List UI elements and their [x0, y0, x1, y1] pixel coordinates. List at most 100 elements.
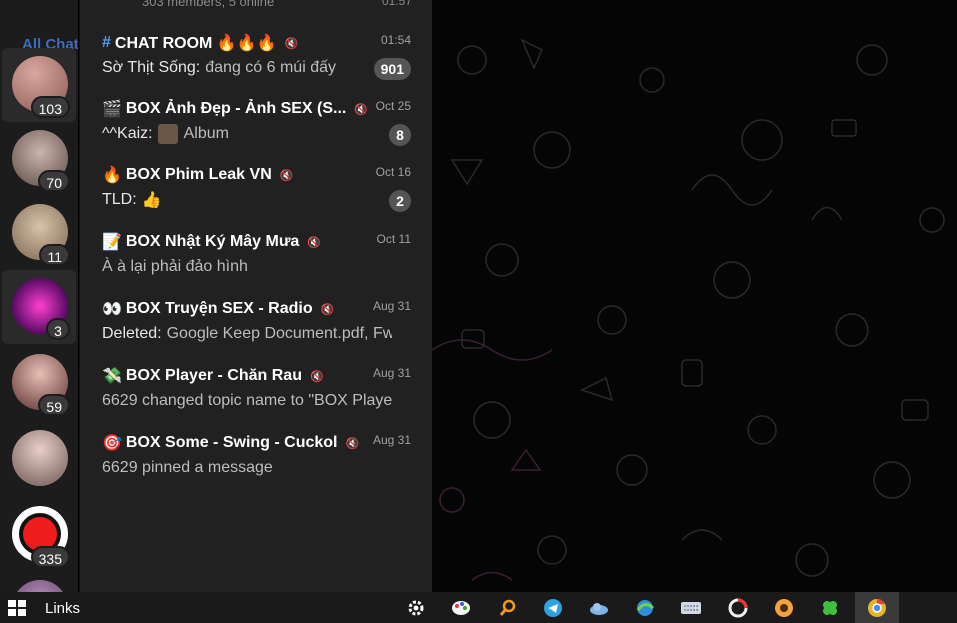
muted-icon: 🔇 — [309, 370, 324, 383]
eye-icon[interactable] — [772, 596, 796, 620]
chat-time: 01:54 — [380, 33, 411, 47]
preview-text: Google Keep Document.pdf, Fw... — [166, 325, 392, 342]
gear-icon[interactable] — [404, 596, 428, 620]
chat-row[interactable]: 🔥 BOX Phim Leak VN 🔇 Oct 16 TLD: 👍 2 — [80, 156, 432, 222]
avatar — [12, 430, 68, 486]
muted-icon: 🔇 — [307, 236, 322, 249]
links-toolbar[interactable]: Links — [45, 600, 80, 617]
chat-row[interactable]: # CHAT ROOM 🔥🔥🔥 🔇 01:54 Sờ Thịt Sống: đa… — [80, 24, 432, 90]
chat-avatar-7[interactable]: 335 — [2, 498, 76, 572]
preview-text: 6629 changed topic name to "BOX Playe... — [102, 392, 392, 409]
chat-title-text: BOX Nhật Ký Mây Mưa — [125, 233, 300, 250]
unread-badge: 3 — [46, 318, 70, 340]
unread-badge: 2 — [389, 190, 411, 212]
unread-badge: 59 — [38, 394, 70, 416]
preview-text: 👍 — [141, 192, 162, 209]
header-time: 01:57 — [381, 0, 412, 8]
chat-title: 📝 BOX Nhật Ký Mây Mưa 🔇 — [102, 231, 372, 253]
taskbar: Links — [0, 592, 957, 623]
eyes-icon: 👀 — [102, 301, 122, 318]
members-status: 303 members, 5 online — [142, 0, 275, 9]
cloud-icon[interactable] — [587, 596, 611, 620]
chat-avatar-8[interactable] — [2, 572, 76, 592]
chat-avatar-5[interactable]: 59 — [2, 346, 76, 420]
fire-icon: 🔥 — [102, 167, 122, 184]
clapper-icon: 🎬 — [102, 101, 122, 118]
chat-list: 303 members, 5 online 01:57 # CHAT ROOM … — [79, 0, 432, 592]
preview-sender: Sờ Thịt Sống: — [102, 59, 201, 76]
chat-preview: ^^Kaiz: Album — [102, 123, 392, 145]
chat-row[interactable]: 🎬 BOX Ảnh Đẹp - Ảnh SEX (S... 🔇 Oct 25 ^… — [80, 90, 432, 156]
chat-row[interactable]: 🎯 BOX Some - Swing - Cuckol 🔇 Aug 31 662… — [80, 424, 432, 490]
chat-time: Oct 11 — [376, 232, 411, 246]
chat-title-text: BOX Ảnh Đẹp - Ảnh SEX (S... — [125, 100, 347, 117]
hash-icon: # — [102, 34, 111, 51]
unread-badge: 11 — [39, 244, 70, 266]
search-app-icon[interactable] — [496, 596, 520, 620]
chat-row[interactable]: 💸 BOX Player - Chăn Rau 🔇 Aug 31 6629 ch… — [80, 357, 432, 423]
chat-preview: TLD: 👍 — [102, 189, 392, 211]
chat-title: 🎬 BOX Ảnh Đẹp - Ảnh SEX (S... 🔇 — [102, 98, 372, 120]
unread-badge: 901 — [373, 58, 411, 80]
chat-avatar-4[interactable]: 3 — [2, 270, 76, 344]
chat-avatar-6[interactable] — [2, 422, 76, 496]
chat-wallpaper — [432, 0, 957, 592]
muted-icon: 🔇 — [320, 303, 335, 316]
chat-title: 💸 BOX Player - Chăn Rau 🔇 — [102, 365, 372, 387]
avatar — [12, 580, 68, 592]
preview-sender: ^^Kaiz: — [102, 125, 153, 142]
chat-title-text: BOX Some - Swing - Cuckol — [125, 434, 338, 451]
chat-avatar-2[interactable]: 70 — [2, 122, 76, 196]
chat-row[interactable]: 📝 BOX Nhật Ký Mây Mưa 🔇 Oct 11 À à lại p… — [80, 223, 432, 289]
windows-start-icon[interactable] — [8, 600, 26, 616]
unread-badge: 8 — [389, 124, 411, 146]
chat-avatar-3[interactable]: 11 — [2, 196, 76, 270]
chat-time: Aug 31 — [372, 299, 411, 313]
paint-icon[interactable] — [449, 596, 473, 620]
chat-time: Oct 25 — [375, 99, 411, 113]
chat-time: Aug 31 — [372, 366, 411, 380]
browser-icon[interactable] — [633, 596, 657, 620]
unread-badge: 103 — [30, 96, 70, 118]
unread-badge: 335 — [30, 546, 70, 568]
chat-title-text: CHAT ROOM 🔥🔥🔥 — [114, 35, 277, 52]
chat-preview: Sờ Thịt Sống: đang có 6 múi đấy — [102, 57, 392, 79]
chat-title: 👀 BOX Truyện SEX - Radio 🔇 — [102, 298, 372, 320]
chat-avatar-1[interactable]: 103 — [2, 48, 76, 122]
preview-sender: TLD: — [102, 191, 137, 208]
clover-icon[interactable] — [818, 596, 842, 620]
telegram-icon[interactable] — [541, 596, 565, 620]
muted-icon: 🔇 — [345, 437, 360, 450]
muted-icon: 🔇 — [279, 169, 294, 182]
preview-text: 6629 pinned a message — [102, 459, 273, 476]
album-thumbnail — [157, 124, 178, 144]
unread-badge: 70 — [38, 170, 70, 192]
chat-row[interactable]: 👀 BOX Truyện SEX - Radio 🔇 Aug 31 Delete… — [80, 290, 432, 356]
doodle-pattern — [432, 38, 945, 581]
chat-title: 🔥 BOX Phim Leak VN 🔇 — [102, 164, 372, 186]
chat-title: 🎯 BOX Some - Swing - Cuckol 🔇 — [102, 432, 372, 454]
folder-sidebar: All Chats 103 70 11 3 59 335 — [0, 0, 78, 592]
preview-text: À à lại phải đảo hình — [102, 258, 248, 275]
chat-preview: 6629 changed topic name to "BOX Playe... — [102, 390, 392, 412]
target-icon: 🎯 — [102, 435, 122, 452]
muted-icon: 🔇 — [354, 103, 369, 116]
chat-title-text: BOX Phim Leak VN — [125, 166, 272, 183]
chat-preview: À à lại phải đảo hình — [102, 256, 392, 278]
chat-time: Aug 31 — [372, 433, 411, 447]
preview-text: Album — [183, 125, 229, 142]
chat-preview: Deleted: Google Keep Document.pdf, Fw... — [102, 323, 392, 345]
memo-icon: 📝 — [102, 234, 122, 251]
media-icon[interactable] — [726, 596, 750, 620]
money-icon: 💸 — [102, 368, 122, 385]
keyboard-icon[interactable] — [679, 596, 703, 620]
preview-sender: Deleted: — [102, 325, 162, 342]
chat-preview: 6629 pinned a message — [102, 457, 392, 479]
preview-text: đang có 6 múi đấy — [205, 59, 336, 76]
muted-icon: 🔇 — [284, 37, 299, 50]
chat-title-text: BOX Truyện SEX - Radio — [125, 300, 313, 317]
chat-time: Oct 16 — [375, 165, 411, 179]
chat-title: # CHAT ROOM 🔥🔥🔥 🔇 — [102, 32, 372, 54]
chrome-icon[interactable] — [865, 596, 889, 620]
chat-title-text: BOX Player - Chăn Rau — [125, 367, 302, 384]
